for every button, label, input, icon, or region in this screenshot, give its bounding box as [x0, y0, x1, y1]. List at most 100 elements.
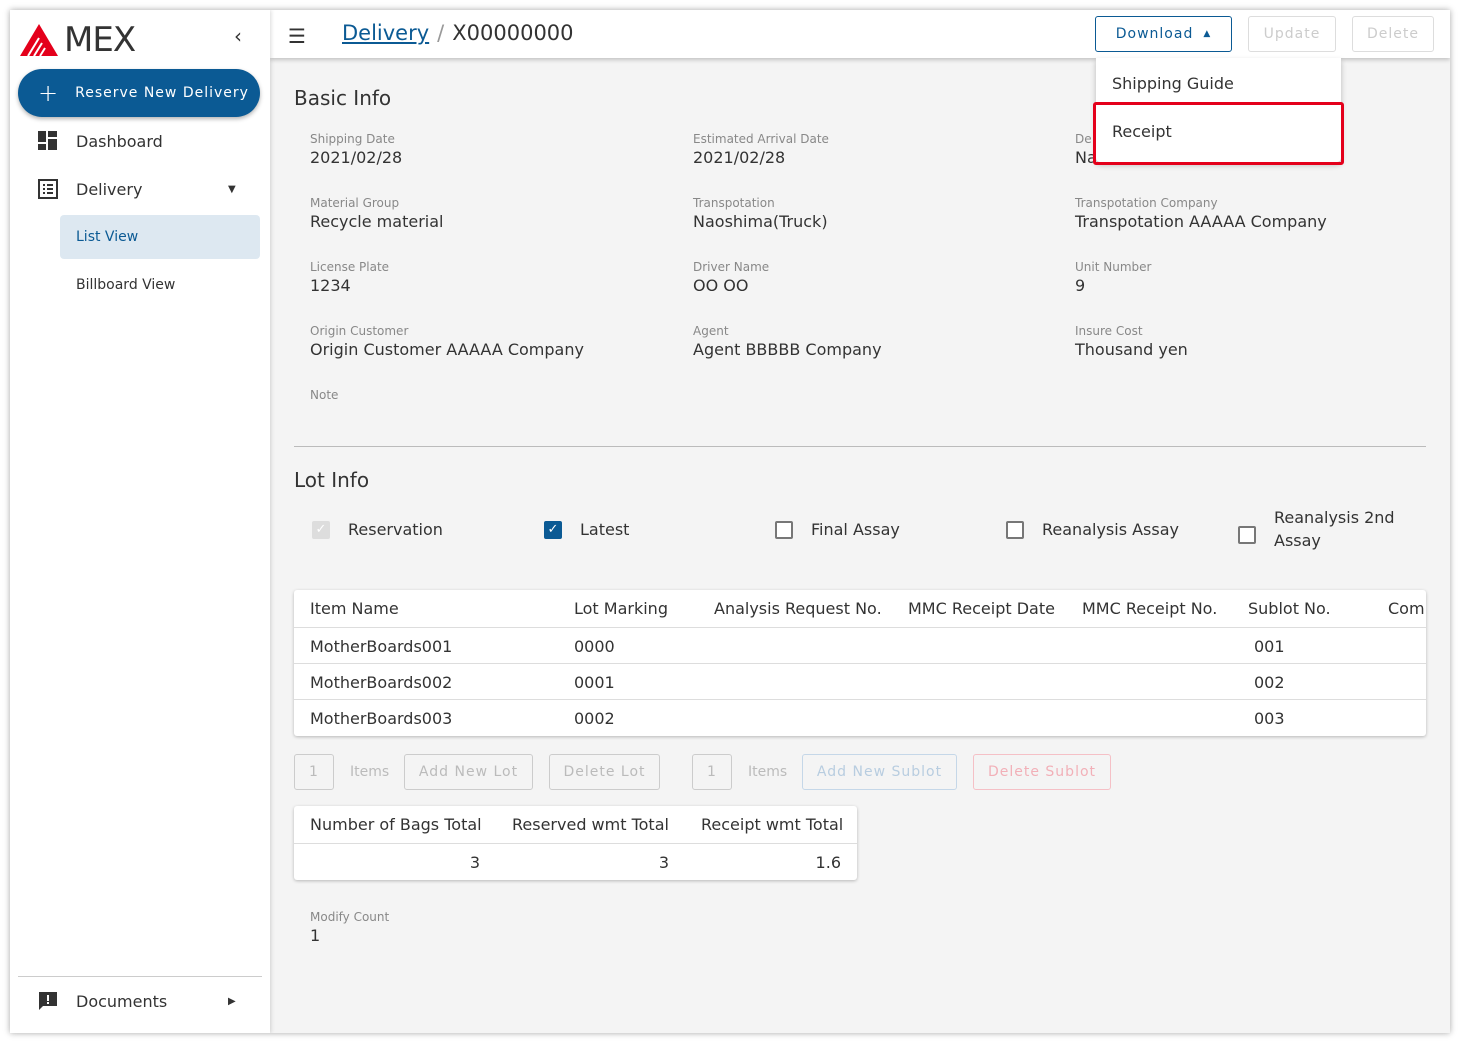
logo: MEX	[20, 20, 136, 60]
logo-text: MEX	[64, 20, 136, 60]
field-insure-cost: Insure Cost Thousand yen	[1075, 324, 1188, 359]
add-new-lot-button[interactable]: Add New Lot	[404, 754, 533, 790]
sidebar: MEX ‹ + Reserve New Delivery Dashboard De…	[10, 10, 270, 1033]
divider	[18, 976, 262, 977]
table-row[interactable]: MotherBoards003 0002 003	[294, 700, 1426, 736]
field-value: Recycle material	[310, 212, 444, 231]
checkbox-reservation[interactable]: ✓ Reservation	[312, 520, 443, 539]
sidebar-item-list-view[interactable]: List View	[60, 215, 260, 259]
sidebar-item-billboard-view[interactable]: Billboard View	[60, 263, 260, 307]
column-header: Sublot No.	[1248, 599, 1331, 618]
delete-button[interactable]: Delete	[1352, 16, 1434, 52]
dashboard-label: Dashboard	[76, 131, 163, 151]
field-label: Agent	[693, 324, 729, 338]
receipt-wmt-total: 1.6	[815, 853, 841, 872]
documents-label: Documents	[76, 991, 168, 1011]
menu-icon[interactable]: ☰	[288, 24, 306, 48]
table-cell: 0001	[574, 673, 615, 692]
column-header: Receipt wmt Total	[701, 815, 844, 834]
table-row[interactable]: MotherBoards002 0001 002	[294, 664, 1426, 700]
add-new-sublot-button[interactable]: Add New Sublot	[802, 754, 957, 790]
totals-table: Number of Bags Total Reserved wmt Total Re…	[294, 806, 857, 880]
delete-sublot-button[interactable]: Delete Sublot	[973, 754, 1111, 790]
checkbox-checked-icon: ✓	[544, 520, 562, 539]
field-driver-name: Driver Name OO OO	[693, 260, 769, 295]
field-label: Shipping Date	[310, 132, 395, 146]
breadcrumb-separator: /	[437, 21, 445, 45]
sidebar-item-delivery[interactable]: Delivery ▼	[10, 169, 270, 209]
field-value: Thousand yen	[1075, 340, 1188, 359]
sublot-count-input[interactable]: 1	[692, 754, 732, 790]
bags-total: 3	[469, 853, 480, 872]
table-cell: 0002	[574, 709, 615, 728]
sidebar-item-dashboard[interactable]: Dashboard	[10, 121, 270, 161]
column-header: Number of Bags Total	[310, 815, 482, 834]
items-label: Items	[748, 764, 788, 780]
field-material-group: Material Group Recycle material	[310, 196, 443, 231]
column-header: Comi	[1388, 599, 1426, 618]
field-value: Agent BBBBB Company	[693, 340, 882, 359]
table-cell: 001	[1254, 637, 1285, 656]
field-label: Origin Customer	[310, 324, 409, 338]
delivery-label: Delivery	[76, 179, 143, 199]
basic-info-title: Basic Info	[294, 86, 392, 110]
checkbox-label: Reservation	[348, 520, 443, 539]
table-row[interactable]: MotherBoards001 0000 001	[294, 628, 1426, 664]
field-label: Unit Number	[1075, 260, 1152, 274]
column-header: Analysis Request No.	[714, 599, 882, 618]
download-button[interactable]: Download ▲	[1095, 16, 1232, 52]
dashboard-icon	[38, 131, 57, 150]
feedback-icon	[39, 992, 57, 1010]
breadcrumb-delivery-link[interactable]: Delivery	[342, 21, 429, 45]
field-transpotation-company: Transpotation Company Transpotation AAAAA…	[1075, 196, 1327, 231]
field-origin-customer: Origin Customer Origin Customer AAAAA Com…	[310, 324, 584, 359]
table-cell: MotherBoards003	[310, 709, 453, 728]
field-value: 2021/02/28	[693, 148, 786, 167]
caret-up-icon: ▲	[1203, 29, 1212, 39]
field-label: Driver Name	[693, 260, 770, 274]
column-header: MMC Receipt No.	[1082, 599, 1218, 618]
update-button[interactable]: Update	[1248, 16, 1336, 52]
checkbox-icon: ✓	[312, 520, 330, 539]
table-cell: MotherBoards001	[310, 637, 453, 656]
checkbox-reanalysis-assay[interactable]: Reanalysis Assay	[1006, 520, 1179, 539]
menu-item-shipping-guide[interactable]: Shipping Guide	[1112, 74, 1234, 93]
field-value: 1234	[310, 276, 351, 295]
checkbox-reanalysis-2nd-assay[interactable]: Reanalysis 2nd Assay	[1238, 508, 1404, 552]
checkbox-final-assay[interactable]: Final Assay	[775, 520, 900, 539]
field-label: Note	[310, 388, 339, 402]
lot-count-input[interactable]: 1	[294, 754, 334, 790]
field-value: 1	[310, 926, 321, 945]
divider	[294, 446, 1426, 447]
main-content: Basic Info Shipping Date 2021/02/28 Estima…	[270, 58, 1450, 1033]
field-value: Origin Customer AAAAA Company	[310, 340, 584, 359]
field-estimated-arrival-date: Estimated Arrival Date 2021/02/28	[693, 132, 829, 167]
table-cell: 003	[1254, 709, 1285, 728]
field-label: License Plate	[310, 260, 390, 274]
breadcrumb: Delivery / X00000000	[342, 21, 574, 45]
caret-right-icon: ▶	[228, 995, 236, 1007]
field-label: Transpotation Company	[1075, 196, 1218, 210]
field-license-plate: License Plate 1234	[310, 260, 389, 295]
totals-row: 3 3 1.6	[294, 844, 857, 880]
items-label: Items	[350, 764, 390, 780]
table-cell: 0000	[574, 637, 615, 656]
checkbox-latest[interactable]: ✓ Latest	[544, 520, 629, 539]
reserve-new-delivery-button[interactable]: + Reserve New Delivery	[18, 69, 260, 117]
caret-down-icon: ▼	[228, 183, 236, 195]
field-value: 9	[1075, 276, 1086, 295]
sidebar-item-documents[interactable]: Documents ▶	[10, 981, 270, 1021]
mex-logo-icon	[20, 24, 58, 56]
field-value: 2021/02/28	[310, 148, 403, 167]
reserved-wmt-total: 3	[658, 853, 669, 872]
collapse-sidebar-icon[interactable]: ‹	[234, 24, 242, 48]
list-icon	[38, 179, 58, 199]
table-cell: 002	[1254, 673, 1285, 692]
field-label: Material Group	[310, 196, 400, 210]
field-label: Transpotation	[693, 196, 775, 210]
delete-lot-button[interactable]: Delete Lot	[549, 754, 660, 790]
field-shipping-date: Shipping Date 2021/02/28	[310, 132, 402, 167]
field-transpotation: Transpotation Naoshima(Truck)	[693, 196, 828, 231]
download-label: Download	[1115, 26, 1194, 42]
table-header: Item Name Lot Marking Analysis Request No.…	[294, 590, 1426, 628]
